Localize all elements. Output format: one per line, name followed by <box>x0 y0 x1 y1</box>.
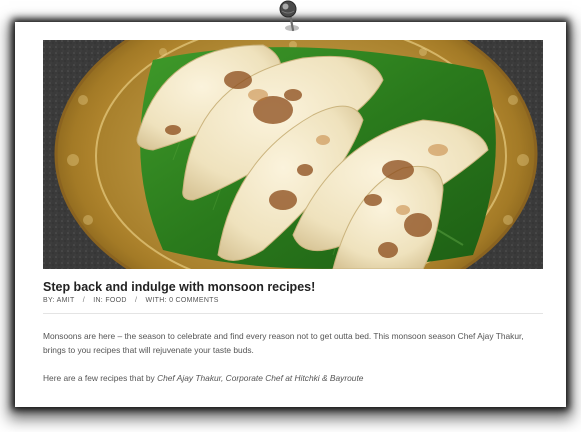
meta-separator: / <box>82 297 85 304</box>
meta-by-label: BY: <box>43 297 55 304</box>
post-meta: BY: AMIT / IN: FOOD / WITH: 0 COMMENTS <box>43 297 219 304</box>
post-title[interactable]: Step back and indulge with monsoon recip… <box>43 280 315 294</box>
post-paragraph-recipes: Here are a few recipes that by Chef Ajay… <box>43 371 543 385</box>
meta-in-label: IN: <box>93 297 104 304</box>
blog-post-card: Step back and indulge with monsoon recip… <box>15 22 566 407</box>
post-paragraph-intro: Monsoons are here – the season to celebr… <box>43 331 524 355</box>
push-pin-icon <box>276 0 304 36</box>
featured-image-momos[interactable] <box>43 40 543 269</box>
chef-credit: Chef Ajay Thakur, Corporate Chef at Hitc… <box>157 373 364 383</box>
recipes-intro-text: Here are a few recipes that by <box>43 373 158 383</box>
meta-comments-link[interactable]: 0 COMMENTS <box>169 297 219 304</box>
meta-with-label: WITH: <box>145 297 167 304</box>
meta-author-link[interactable]: AMIT <box>57 297 75 304</box>
meta-separator: / <box>134 297 138 304</box>
divider <box>43 313 543 314</box>
meta-category-link[interactable]: FOOD <box>105 297 126 304</box>
